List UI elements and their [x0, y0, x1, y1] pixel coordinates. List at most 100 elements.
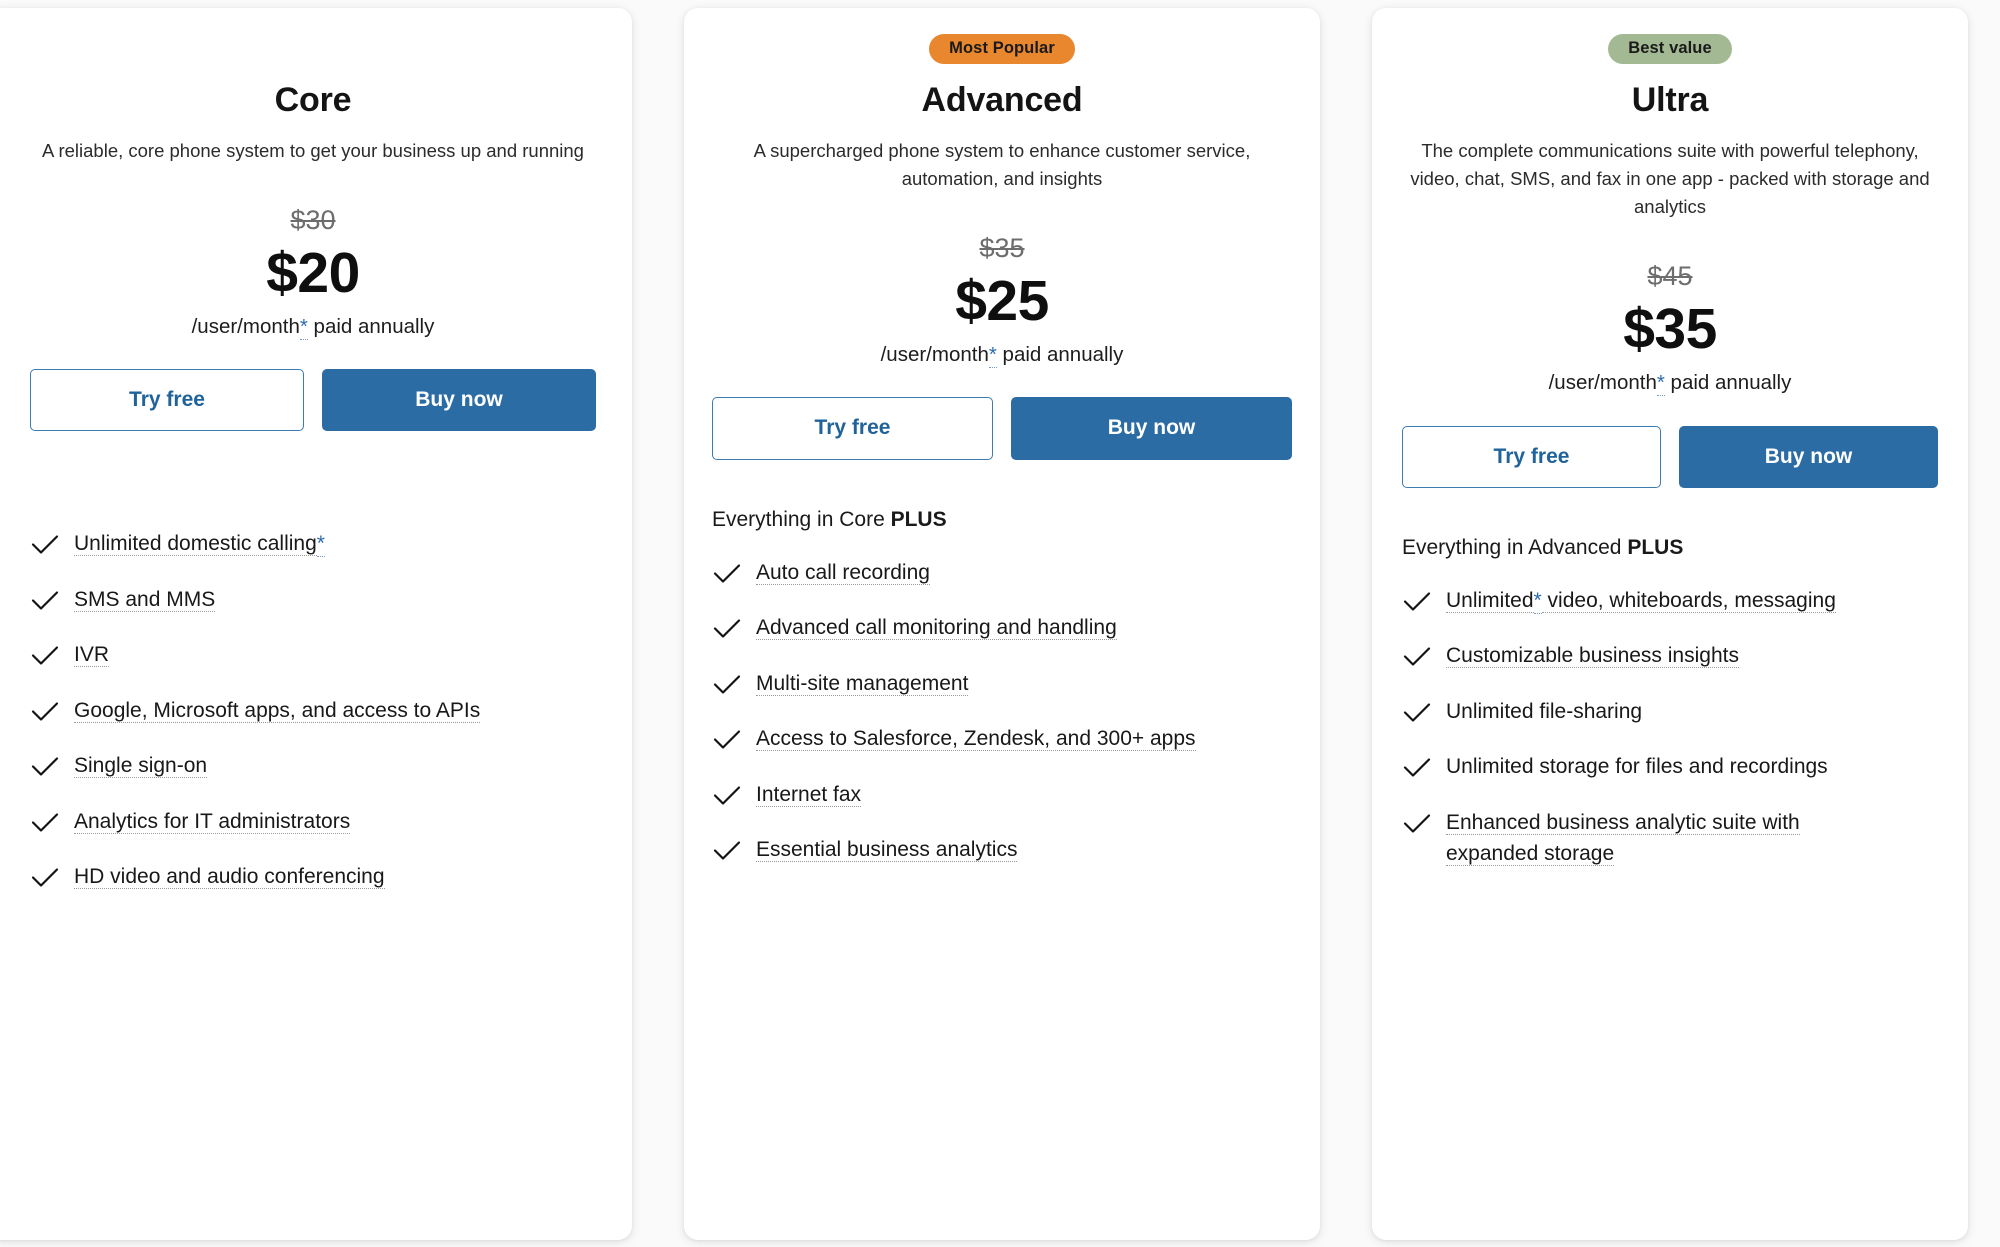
footnote-asterisk-link[interactable]: * [1533, 588, 1542, 614]
price-terms-suffix: paid annually [1002, 342, 1124, 366]
everything-included-line: Everything in Advanced PLUS [1402, 534, 1938, 561]
feature-item: Internet fax [712, 779, 1292, 811]
badge-row: Best value [1402, 34, 1938, 66]
buy-now-button[interactable]: Buy now [1011, 397, 1292, 460]
feature-label: Multi-site management [756, 668, 969, 700]
feature-label: Unlimited file-sharing [1446, 696, 1642, 728]
feature-label: Advanced call monitoring and handling [756, 612, 1117, 644]
plan-name: Advanced [921, 81, 1083, 119]
feature-item: Access to Salesforce, Zendesk, and 300+ … [712, 723, 1292, 755]
feature-label: Unlimited* video, whiteboards, messaging [1446, 585, 1836, 617]
check-icon [1402, 755, 1432, 781]
price-current: $25 [955, 269, 1049, 334]
feature-label: Internet fax [756, 779, 862, 811]
check-icon [1402, 811, 1432, 837]
footnote-asterisk-link[interactable]: * [316, 532, 325, 558]
feature-item: Customizable business insights [1402, 640, 1938, 672]
feature-tooltip-text[interactable]: Auto call recording [756, 560, 930, 585]
price-terms: /user/month* paid annually [1402, 370, 1938, 396]
feature-label: Essential business analytics [756, 834, 1018, 866]
feature-label: Google, Microsoft apps, and access to AP… [74, 695, 481, 727]
price-original: $35 [979, 233, 1025, 264]
feature-tooltip-text[interactable]: Unlimited [1446, 588, 1534, 613]
plan-name: Ultra [1631, 81, 1709, 119]
try-free-button[interactable]: Try free [30, 369, 304, 432]
price-block: $30 $20/user/month* paid annually [30, 206, 596, 340]
feature-tooltip-text-rest[interactable]: video, whiteboards, messaging [1541, 588, 1836, 613]
check-icon [30, 754, 60, 780]
buy-now-button[interactable]: Buy now [322, 369, 596, 432]
feature-tooltip-text[interactable]: Access to Salesforce, Zendesk, and 300+ … [756, 727, 1196, 752]
everything-line-spacer [30, 477, 596, 504]
plan-description: A reliable, core phone system to get you… [42, 139, 584, 161]
feature-list: Auto call recording Advanced call monitor… [712, 557, 1292, 890]
check-icon [30, 643, 60, 669]
feature-item: Unlimited file-sharing [1402, 696, 1938, 728]
try-free-button[interactable]: Try free [1402, 425, 1661, 488]
feature-label: Enhanced business analytic suite with ex… [1446, 807, 1886, 870]
check-icon [1402, 589, 1432, 615]
feature-item: HD video and audio conferencing [30, 861, 596, 893]
card-inner: Best value Ultra The complete communicatio… [1372, 8, 1968, 1240]
check-icon [1402, 644, 1432, 670]
feature-item: SMS and MMS [30, 584, 596, 616]
check-icon [712, 672, 742, 698]
footnote-asterisk-link[interactable]: * [299, 314, 308, 340]
buy-now-button[interactable]: Buy now [1679, 425, 1938, 488]
feature-tooltip-text[interactable]: Customizable business insights [1446, 644, 1739, 669]
price-terms-prefix: /user/month [191, 314, 300, 338]
feature-item: Advanced call monitoring and handling [712, 612, 1292, 644]
price-current: $20 [266, 240, 360, 305]
price-block: $35 $25/user/month* paid annually [712, 233, 1292, 368]
badge-row [30, 34, 596, 66]
feature-label: IVR [74, 639, 110, 671]
feature-label: Analytics for IT administrators [74, 806, 351, 838]
footnote-asterisk-link[interactable]: * [988, 342, 997, 368]
feature-tooltip-text[interactable]: Internet fax [756, 782, 862, 807]
feature-list: Unlimited domestic calling* SMS and MMS IV… [30, 528, 596, 917]
feature-tooltip-text[interactable]: IVR [74, 643, 110, 668]
check-icon [30, 588, 60, 614]
feature-item: IVR [30, 639, 596, 671]
feature-tooltip-text[interactable]: HD video and audio conferencing [74, 865, 385, 890]
feature-label: SMS and MMS [74, 584, 216, 616]
try-free-button[interactable]: Try free [712, 397, 993, 460]
badge-row: Most Popular [712, 34, 1292, 66]
price-original: $45 [1647, 261, 1693, 292]
feature-label: Unlimited storage for files and recordin… [1446, 751, 1828, 783]
check-icon [712, 838, 742, 864]
feature-item: Essential business analytics [712, 834, 1292, 866]
price-terms-prefix: /user/month [880, 342, 989, 366]
feature-tooltip-text[interactable]: Unlimited domestic calling [74, 532, 317, 557]
feature-tooltip-text[interactable]: Google, Microsoft apps, and access to AP… [74, 698, 481, 723]
feature-tooltip-text[interactable]: Enhanced business analytic suite with ex… [1446, 810, 1800, 867]
feature-item: Unlimited storage for files and recordin… [1402, 751, 1938, 783]
feature-label: Access to Salesforce, Zendesk, and 300+ … [756, 723, 1196, 755]
check-icon [30, 810, 60, 836]
feature-tooltip-text[interactable]: Essential business analytics [756, 838, 1018, 863]
pricing-card-ultra: Best value Ultra The complete communicatio… [1372, 8, 1968, 1240]
feature-label: Auto call recording [756, 557, 930, 589]
check-icon [712, 561, 742, 587]
everything-prefix: Everything in Advanced [1402, 535, 1628, 559]
feature-label: Single sign-on [74, 750, 208, 782]
footnote-asterisk-link[interactable]: * [1656, 370, 1665, 396]
feature-tooltip-text[interactable]: Multi-site management [756, 671, 969, 696]
feature-item: Unlimited domestic calling* [30, 528, 596, 560]
plan-badge: Most Popular [929, 34, 1075, 64]
pricing-card-advanced: Most Popular Advanced A supercharged phone… [684, 8, 1320, 1240]
feature-label: Unlimited domestic calling* [74, 528, 325, 560]
cta-button-row: Try free Buy now [30, 369, 596, 432]
check-icon [30, 699, 60, 725]
check-icon [712, 727, 742, 753]
feature-item: Unlimited* video, whiteboards, messaging [1402, 585, 1938, 617]
feature-tooltip-text[interactable]: Analytics for IT administrators [74, 809, 351, 834]
price-current: $35 [1623, 297, 1717, 362]
check-icon [712, 783, 742, 809]
feature-tooltip-text[interactable]: Single sign-on [74, 754, 208, 779]
feature-tooltip-text[interactable]: Advanced call monitoring and handling [756, 616, 1117, 641]
feature-item: Enhanced business analytic suite with ex… [1402, 807, 1938, 870]
feature-item: Google, Microsoft apps, and access to AP… [30, 695, 596, 727]
feature-label: Customizable business insights [1446, 640, 1739, 672]
feature-tooltip-text[interactable]: SMS and MMS [74, 587, 216, 612]
